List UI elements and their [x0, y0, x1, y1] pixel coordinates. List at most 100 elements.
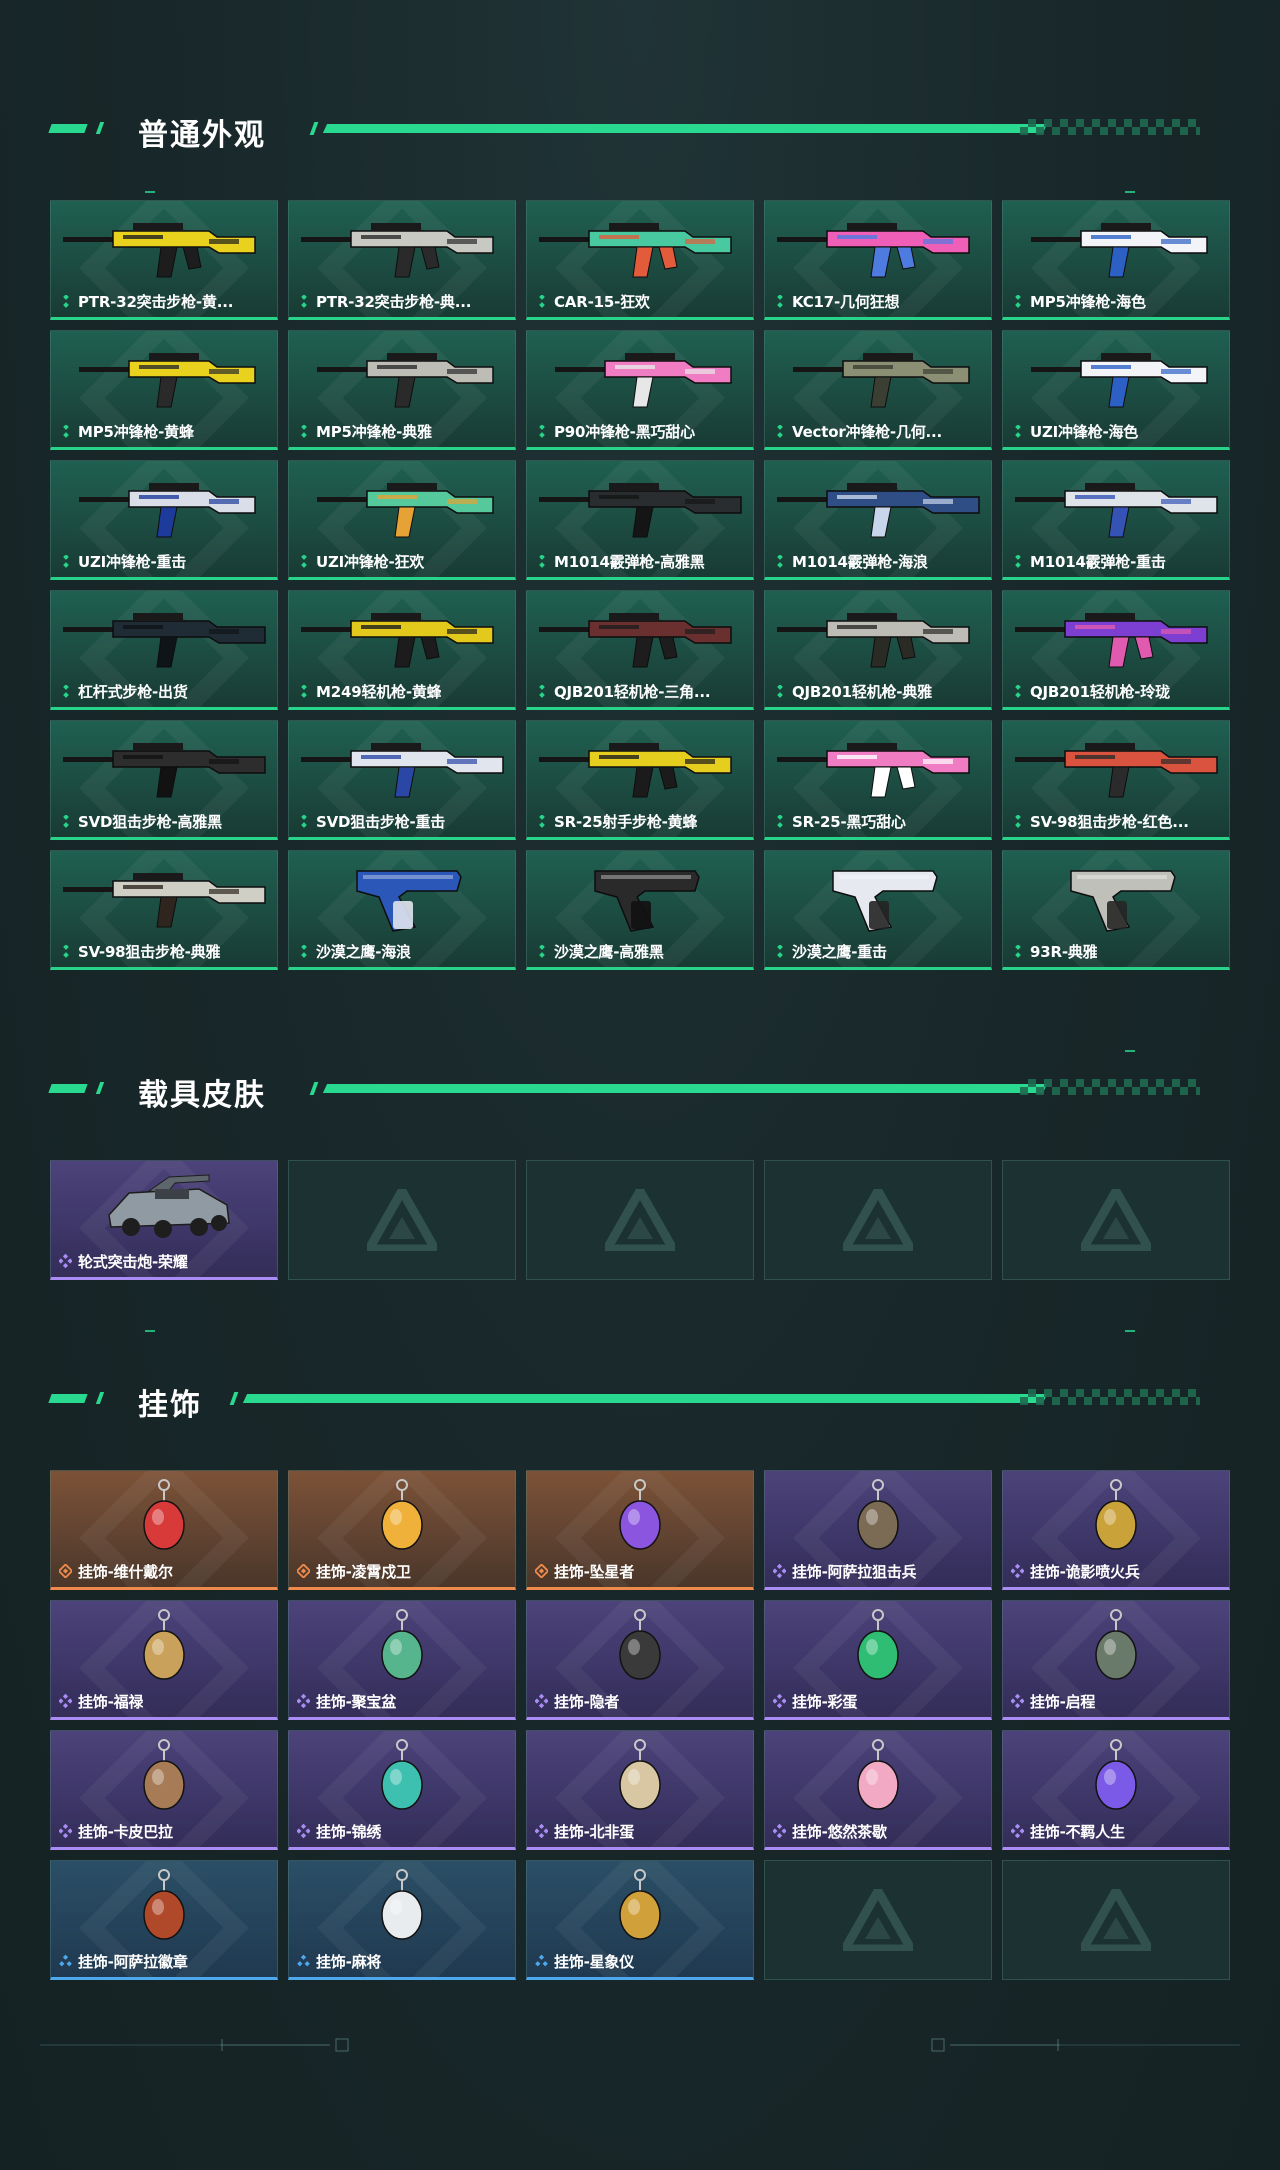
- weapon-card[interactable]: 沙漠之鹰-高雅黑: [526, 850, 754, 970]
- weapon-card[interactable]: UZI冲锋枪-狂欢: [288, 460, 516, 580]
- item-label: MP5冲锋枪-黄蜂: [78, 422, 194, 441]
- charm-card[interactable]: 挂饰-阿萨拉狙击兵: [764, 1470, 992, 1590]
- charm-card[interactable]: 挂饰-卡皮巴拉: [50, 1730, 278, 1850]
- item-label: 沙漠之鹰-重击: [792, 942, 887, 961]
- weapon-card[interactable]: MP5冲锋枪-黄蜂: [50, 330, 278, 450]
- charm-bird-icon: [381, 1479, 423, 1550]
- weapon-card[interactable]: SR-25射手步枪-黄蜂: [526, 720, 754, 840]
- item-label: 挂饰-阿萨拉狙击兵: [792, 1562, 917, 1581]
- item-label: 沙漠之鹰-高雅黑: [554, 942, 664, 961]
- charm-capybara-icon: [143, 1739, 185, 1810]
- weapon-card[interactable]: M249轻机枪-黄蜂: [288, 590, 516, 710]
- weapon-skin-grid: PTR-32突击步枪-黄... PTR-32突击步枪-典... CAR-15-狂…: [50, 200, 1230, 970]
- weapon-card[interactable]: MP5冲锋枪-海色: [1002, 200, 1230, 320]
- weapon-card[interactable]: SVD狙击步枪-高雅黑: [50, 720, 278, 840]
- charm-card[interactable]: 挂饰-彩蛋: [764, 1600, 992, 1720]
- item-label: 挂饰-凌霄戍卫: [316, 1562, 411, 1581]
- weapon-card[interactable]: SV-98狙击步枪-红色...: [1002, 720, 1230, 840]
- rarity-green-icon: [297, 294, 310, 308]
- item-label: M1014霰弹枪-重击: [1030, 552, 1166, 571]
- item-label: 挂饰-北非蛋: [554, 1822, 635, 1841]
- rarity-purple-icon: [59, 1824, 72, 1838]
- pistol-black-icon: [594, 870, 700, 932]
- charm-card[interactable]: 挂饰-锦绣: [288, 1730, 516, 1850]
- rarity-green-icon: [59, 554, 72, 568]
- rarity-green-icon: [1011, 684, 1024, 698]
- item-label: 挂饰-不羁人生: [1030, 1822, 1125, 1841]
- rarity-purple-icon: [773, 1564, 786, 1578]
- lmg-purple-icon: [1015, 613, 1208, 668]
- weapon-card[interactable]: SR-25-黑巧甜心: [764, 720, 992, 840]
- weapon-card[interactable]: QJB201轻机枪-典雅: [764, 590, 992, 710]
- shotgun-white-icon: [1015, 483, 1218, 538]
- weapon-card[interactable]: PTR-32突击步枪-黄...: [50, 200, 278, 320]
- weapon-card[interactable]: M1014霰弹枪-高雅黑: [526, 460, 754, 580]
- item-label: 挂饰-星象仪: [554, 1952, 635, 1971]
- item-label: 挂饰-麻将: [316, 1952, 382, 1971]
- item-label: 挂饰-聚宝盆: [316, 1692, 397, 1711]
- charm-card[interactable]: 挂饰-阿萨拉徽章: [50, 1860, 278, 1980]
- charm-card[interactable]: 挂饰-隐者: [526, 1600, 754, 1720]
- charm-card[interactable]: 挂饰-诡影喷火兵: [1002, 1470, 1230, 1590]
- weapon-card[interactable]: 93R-典雅: [1002, 850, 1230, 970]
- weapon-card[interactable]: 沙漠之鹰-重击: [764, 850, 992, 970]
- charm-card[interactable]: 挂饰-星象仪: [526, 1860, 754, 1980]
- weapon-card[interactable]: M1014霰弹枪-海浪: [764, 460, 992, 580]
- charm-bowl-icon: [381, 1609, 423, 1680]
- item-label: 挂饰-诡影喷火兵: [1030, 1562, 1140, 1581]
- item-label: 挂饰-启程: [1030, 1692, 1096, 1711]
- charm-card[interactable]: 挂饰-福禄: [50, 1600, 278, 1720]
- charm-card[interactable]: 挂饰-维什戴尔: [50, 1470, 278, 1590]
- item-label: 杠杆式步枪-出货: [78, 682, 188, 701]
- weapon-card[interactable]: CAR-15-狂欢: [526, 200, 754, 320]
- charm-card[interactable]: 挂饰-悠然茶歇: [764, 1730, 992, 1850]
- charm-card[interactable]: 挂饰-凌霄戍卫: [288, 1470, 516, 1590]
- weapon-card[interactable]: P90冲锋枪-黑巧甜心: [526, 330, 754, 450]
- item-label: P90冲锋枪-黑巧甜心: [554, 422, 695, 441]
- weapon-card[interactable]: QJB201轻机枪-三角...: [526, 590, 754, 710]
- charm-card[interactable]: 挂饰-不羁人生: [1002, 1730, 1230, 1850]
- weapon-card[interactable]: 沙漠之鹰-海浪: [288, 850, 516, 970]
- smg-uzi-white-icon: [1031, 353, 1208, 408]
- item-label: Vector冲锋枪-几何...: [792, 422, 943, 441]
- weapon-card[interactable]: UZI冲锋枪-重击: [50, 460, 278, 580]
- rarity-blue-icon: [535, 1954, 548, 1968]
- empty-slot: [288, 1160, 516, 1280]
- rarity-green-icon: [535, 554, 548, 568]
- vehicle-card[interactable]: 轮式突击炮-荣耀: [50, 1160, 278, 1280]
- rarity-green-icon: [297, 814, 310, 828]
- rarity-green-icon: [297, 684, 310, 698]
- weapon-card[interactable]: M1014霰弹枪-重击: [1002, 460, 1230, 580]
- weapon-card[interactable]: PTR-32突击步枪-典...: [288, 200, 516, 320]
- weapon-card[interactable]: QJB201轻机枪-玲珑: [1002, 590, 1230, 710]
- pistol-wave-icon: [356, 870, 462, 932]
- rarity-green-icon: [773, 814, 786, 828]
- weapon-card[interactable]: KC17-几何狂想: [764, 200, 992, 320]
- charm-card[interactable]: 挂饰-坠星者: [526, 1470, 754, 1590]
- item-label: QJB201轻机枪-典雅: [792, 682, 932, 701]
- armored-vehicle-icon: [108, 1174, 230, 1238]
- item-label: PTR-32突击步枪-黄...: [78, 292, 234, 311]
- weapon-card[interactable]: Vector冲锋枪-几何...: [764, 330, 992, 450]
- sniper-black-icon: [63, 743, 266, 798]
- charm-card[interactable]: 挂饰-麻将: [288, 1860, 516, 1980]
- rarity-blue-icon: [59, 1954, 72, 1968]
- charm-card[interactable]: 挂饰-聚宝盆: [288, 1600, 516, 1720]
- rifle-silver-icon: [301, 223, 494, 278]
- weapon-card[interactable]: SVD狙击步枪-重击: [288, 720, 516, 840]
- sniper-silver-icon: [63, 873, 266, 928]
- charm-card[interactable]: 挂饰-启程: [1002, 1600, 1230, 1720]
- weapon-card[interactable]: UZI冲锋枪-海色: [1002, 330, 1230, 450]
- item-label: 挂饰-锦绣: [316, 1822, 382, 1841]
- weapon-card[interactable]: 杠杆式步枪-出货: [50, 590, 278, 710]
- charm-card[interactable]: 挂饰-北非蛋: [526, 1730, 754, 1850]
- rarity-green-icon: [535, 424, 548, 438]
- lmg-yellow-icon: [301, 613, 494, 668]
- weapon-card[interactable]: SV-98狙击步枪-典雅: [50, 850, 278, 970]
- charm-gourd-icon: [143, 1609, 185, 1680]
- item-label: UZI冲锋枪-海色: [1030, 422, 1139, 441]
- sniper-red-icon: [1015, 743, 1218, 798]
- rarity-green-icon: [773, 294, 786, 308]
- weapon-card[interactable]: MP5冲锋枪-典雅: [288, 330, 516, 450]
- rarity-green-icon: [773, 424, 786, 438]
